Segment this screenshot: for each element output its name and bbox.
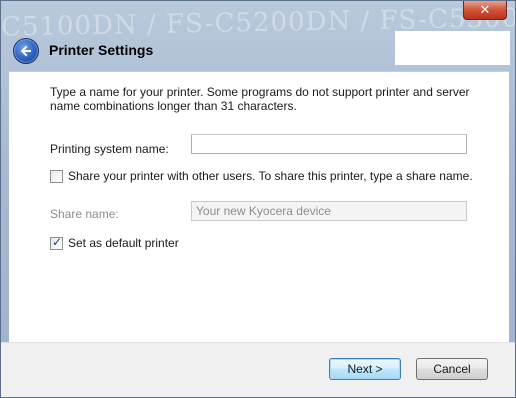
intro-text: Type a name for your printer. Some progr… — [50, 85, 470, 113]
share-printer-checkbox-row[interactable]: Share your printer with other users. To … — [50, 169, 473, 183]
header-panel — [395, 31, 510, 65]
printer-settings-window: C5100DN / FS-C5200DN / FS-C5300DN LIBRAR… — [0, 0, 516, 398]
cancel-button[interactable]: Cancel — [416, 358, 488, 380]
close-button[interactable]: ✕ — [463, 1, 507, 20]
share-printer-checkbox[interactable] — [50, 169, 63, 183]
default-printer-checkbox-row[interactable]: ✓ Set as default printer — [50, 234, 179, 250]
printing-system-name-label: Printing system name: — [50, 142, 169, 156]
back-button[interactable] — [13, 38, 39, 64]
share-printer-label: Share your printer with other users. To … — [68, 169, 473, 183]
printing-system-name-input[interactable] — [191, 134, 467, 154]
default-printer-label: Set as default printer — [68, 236, 179, 250]
share-name-input[interactable] — [191, 201, 467, 221]
wizard-content: Type a name for your printer. Some progr… — [9, 71, 509, 343]
share-name-label: Share name: — [50, 207, 119, 221]
default-printer-checkbox[interactable]: ✓ — [50, 234, 63, 250]
page-title: Printer Settings — [49, 42, 154, 58]
next-button[interactable]: Next > — [329, 358, 401, 380]
back-arrow-icon — [20, 45, 31, 57]
checkmark-icon: ✓ — [52, 234, 63, 249]
close-icon: ✕ — [479, 2, 491, 17]
wizard-footer: Next > Cancel — [1, 342, 515, 397]
